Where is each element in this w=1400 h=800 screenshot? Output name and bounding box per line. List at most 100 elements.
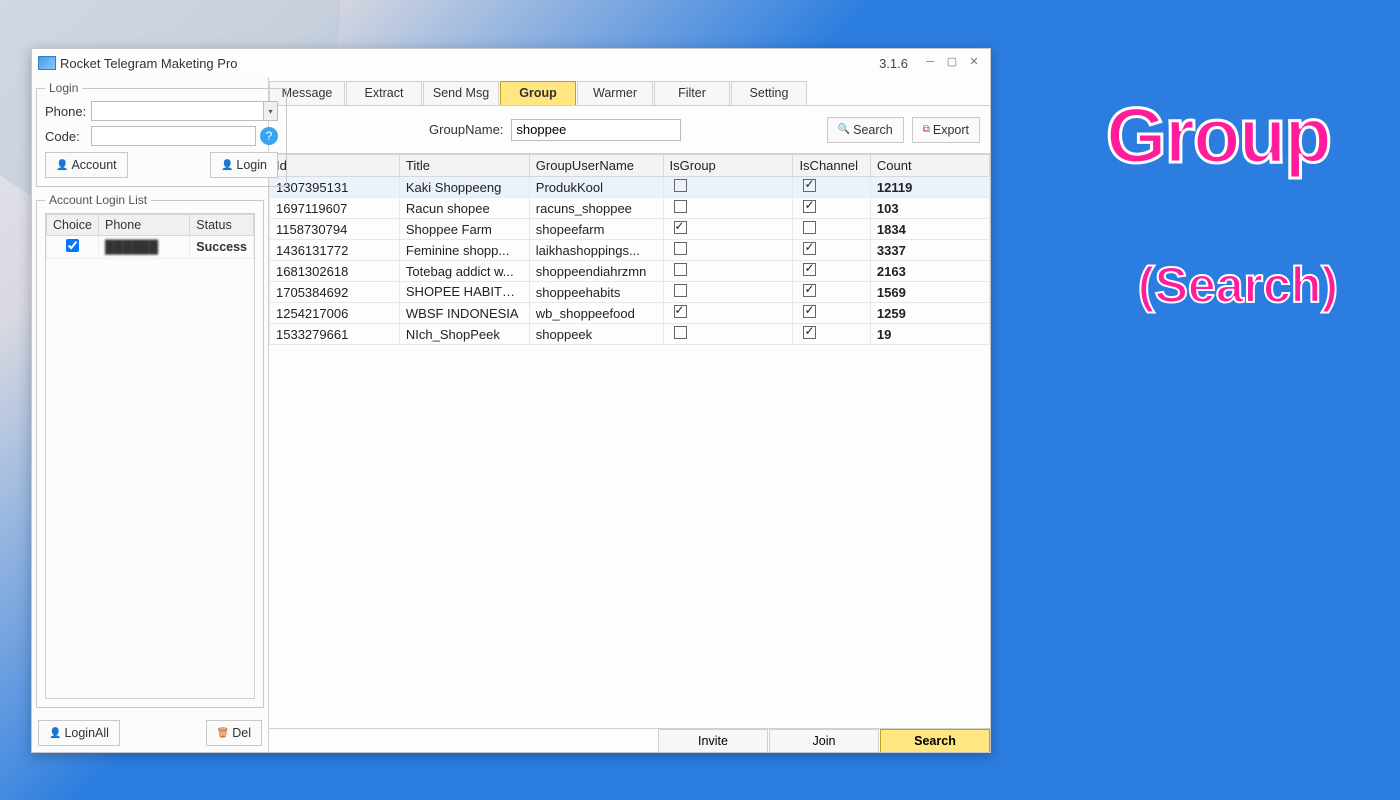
phone-dropdown-button[interactable]: ▾ — [264, 101, 278, 121]
col-ischannel[interactable]: IsChannel — [793, 155, 870, 177]
footer-tab-bar: InviteJoinSearch — [269, 728, 990, 752]
footer-tab-search[interactable]: Search — [880, 729, 990, 752]
col-groupusername[interactable]: GroupUserName — [529, 155, 663, 177]
cell-count: 2163 — [870, 261, 989, 282]
isgroup-checkbox[interactable] — [674, 263, 687, 276]
groupname-input[interactable] — [511, 119, 681, 141]
ischannel-checkbox[interactable] — [803, 242, 816, 255]
code-input[interactable] — [91, 126, 256, 146]
login-legend: Login — [45, 81, 82, 95]
cell-ischannel — [793, 240, 870, 261]
cell-ischannel — [793, 198, 870, 219]
tab-warmer[interactable]: Warmer — [577, 81, 653, 105]
col-id[interactable]: Id — [270, 155, 400, 177]
col-title[interactable]: Title — [399, 155, 529, 177]
right-panel: MessageExtractSend MsgGroupWarmerFilterS… — [269, 77, 990, 752]
cell-ischannel — [793, 177, 870, 198]
ischannel-checkbox[interactable] — [803, 284, 816, 297]
isgroup-checkbox[interactable] — [674, 179, 687, 192]
account-status-cell: Success — [190, 236, 254, 259]
login-button[interactable]: 👤Login — [210, 152, 278, 178]
isgroup-checkbox[interactable] — [674, 200, 687, 213]
tab-extract[interactable]: Extract — [346, 81, 422, 105]
cell-isgroup — [663, 282, 793, 303]
tab-send-msg[interactable]: Send Msg — [423, 81, 499, 105]
phone-input[interactable] — [91, 101, 264, 121]
col-count[interactable]: Count — [870, 155, 989, 177]
ischannel-checkbox[interactable] — [803, 305, 816, 318]
cell-count: 12119 — [870, 177, 989, 198]
cell-username[interactable]: shoppeehabits — [529, 282, 663, 303]
trash-icon: 🗑 — [217, 728, 230, 739]
ischannel-checkbox[interactable] — [803, 263, 816, 276]
account-choice-checkbox[interactable] — [66, 239, 79, 252]
help-icon[interactable]: ? — [260, 127, 278, 145]
col-status: Status — [190, 215, 254, 236]
tab-setting[interactable]: Setting — [731, 81, 807, 105]
maximize-button[interactable]: ▢ — [942, 55, 962, 71]
cell-ischannel — [793, 261, 870, 282]
table-row[interactable]: 1533279661NIch_ShopPeekshoppeek19 — [270, 324, 990, 345]
table-row[interactable]: 1307395131Kaki ShoppeengProdukKool12119 — [270, 177, 990, 198]
cell-isgroup — [663, 303, 793, 324]
cell-count: 3337 — [870, 240, 989, 261]
cell-username[interactable]: laikhashoppings... — [529, 240, 663, 261]
tab-filter[interactable]: Filter — [654, 81, 730, 105]
search-button[interactable]: 🔍Search — [827, 117, 904, 143]
cell-ischannel — [793, 219, 870, 240]
cell-username[interactable]: ProdukKool — [529, 177, 663, 198]
cell-username[interactable]: shopeefarm — [529, 219, 663, 240]
ischannel-checkbox[interactable] — [803, 200, 816, 213]
cell-title: Shoppee Farm — [399, 219, 529, 240]
delete-button[interactable]: 🗑Del — [206, 720, 262, 746]
cell-count: 103 — [870, 198, 989, 219]
cell-username[interactable]: shoppeek — [529, 324, 663, 345]
isgroup-checkbox[interactable] — [674, 284, 687, 297]
cell-id: 1307395131 — [270, 177, 400, 198]
export-button[interactable]: ⧉Export — [912, 117, 980, 143]
login-all-button[interactable]: 👤LoginAll — [38, 720, 120, 746]
footer-tab-invite[interactable]: Invite — [658, 729, 768, 752]
cell-isgroup — [663, 177, 793, 198]
col-phone: Phone — [99, 215, 190, 236]
user-icon: 👤 — [49, 728, 61, 739]
table-row[interactable]: 1705384692SHOPEE HABITS 🛍️...shoppeehabi… — [270, 282, 990, 303]
table-row[interactable]: 1254217006WBSF INDONESIAwb_shoppeefood12… — [270, 303, 990, 324]
col-isgroup[interactable]: IsGroup — [663, 155, 793, 177]
table-row[interactable]: 1436131772Feminine shopp...laikhashoppin… — [270, 240, 990, 261]
account-row[interactable]: ██████ Success — [47, 236, 254, 259]
table-row[interactable]: 1681302618Totebag addict w...shoppeendia… — [270, 261, 990, 282]
account-button[interactable]: 👤Account — [45, 152, 128, 178]
footer-tab-join[interactable]: Join — [769, 729, 879, 752]
app-window: Rocket Telegram Maketing Pro 3.1.6 ─ ▢ ✕… — [31, 48, 991, 753]
cell-title: Feminine shopp... — [399, 240, 529, 261]
isgroup-checkbox[interactable] — [674, 326, 687, 339]
cell-count: 1569 — [870, 282, 989, 303]
cell-id: 1681302618 — [270, 261, 400, 282]
ischannel-checkbox[interactable] — [803, 221, 816, 234]
cell-username[interactable]: shoppeendiahrzmn — [529, 261, 663, 282]
cell-count: 1259 — [870, 303, 989, 324]
cell-isgroup — [663, 219, 793, 240]
col-choice: Choice — [47, 215, 99, 236]
isgroup-checkbox[interactable] — [674, 305, 687, 318]
left-panel: Login Phone: ▾ Code: ? 👤Account 👤Login — [32, 77, 269, 752]
tab-group[interactable]: Group — [500, 81, 576, 105]
table-row[interactable]: 1697119607Racun shopeeracuns_shoppee103 — [270, 198, 990, 219]
ischannel-checkbox[interactable] — [803, 326, 816, 339]
cell-username[interactable]: wb_shoppeefood — [529, 303, 663, 324]
phone-label: Phone: — [45, 104, 91, 119]
minimize-button[interactable]: ─ — [920, 55, 940, 71]
table-row[interactable]: 1158730794Shoppee Farmshopeefarm1834 — [270, 219, 990, 240]
decor-subtitle: (Search) — [1138, 256, 1338, 314]
cell-title: Totebag addict w... — [399, 261, 529, 282]
titlebar: Rocket Telegram Maketing Pro 3.1.6 ─ ▢ ✕ — [32, 49, 990, 77]
close-button[interactable]: ✕ — [964, 55, 984, 71]
cell-title: Racun shopee — [399, 198, 529, 219]
isgroup-checkbox[interactable] — [674, 242, 687, 255]
window-title: Rocket Telegram Maketing Pro — [60, 56, 879, 71]
isgroup-checkbox[interactable] — [674, 221, 687, 234]
toolbar: GroupName: 🔍Search ⧉Export — [269, 105, 990, 153]
ischannel-checkbox[interactable] — [803, 179, 816, 192]
cell-username[interactable]: racuns_shoppee — [529, 198, 663, 219]
